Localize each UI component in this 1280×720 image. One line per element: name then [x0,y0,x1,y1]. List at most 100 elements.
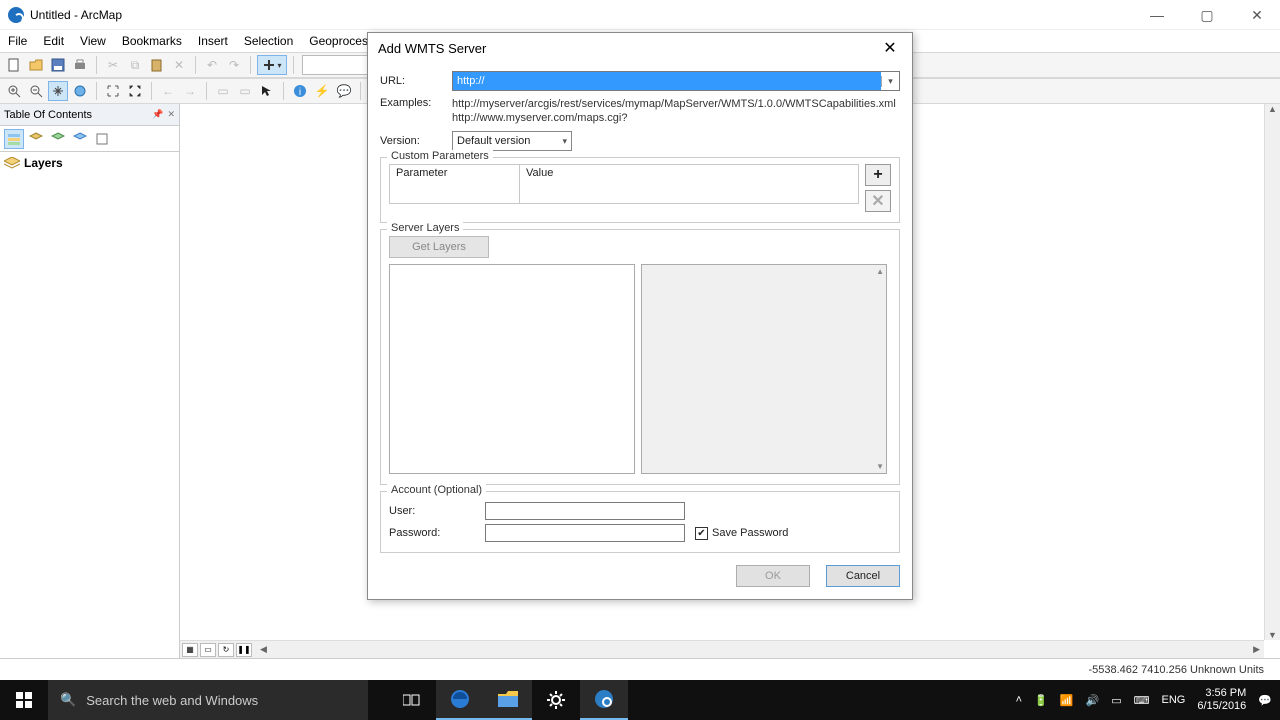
save-password-label: Save Password [712,527,788,539]
battery-icon[interactable]: 🔋 [1034,694,1048,707]
toc-close-icon[interactable]: ✕ [167,109,175,120]
toc-title: Table Of Contents [4,109,92,121]
chevron-down-icon[interactable]: ▾ [881,76,899,87]
undo-icon[interactable]: ↶ [202,55,222,75]
system-tray: ˄ 🔋 📶 🔊 ▭ ⌨ ENG 3:56 PM 6/15/2016 💬 [1008,687,1280,713]
save-password-checkbox[interactable]: ✔ Save Password [695,527,788,540]
zoom-out-icon[interactable] [26,81,46,101]
tray-chevron-icon[interactable]: ˄ [1016,694,1022,706]
menu-view[interactable]: View [80,34,106,48]
taskbar-search[interactable]: 🔍 Search the web and Windows [48,680,368,720]
html-popup-icon[interactable]: 💬 [334,81,354,101]
keyboard-icon[interactable]: ⌨ [1134,694,1150,707]
new-icon[interactable] [4,55,24,75]
list-by-source-icon[interactable] [26,129,46,149]
pin-icon[interactable]: 📌 [152,109,163,120]
layers-label: Layers [24,156,63,170]
full-extent-icon[interactable] [70,81,90,101]
select-elements-icon[interactable] [257,81,277,101]
add-data-button[interactable]: ▾ [257,55,287,75]
menu-edit[interactable]: Edit [43,34,64,48]
file-explorer-icon[interactable] [484,680,532,720]
layers-list-pane[interactable] [389,264,635,474]
layer-details-pane[interactable] [641,264,887,474]
hyperlink-icon[interactable]: ⚡ [312,81,332,101]
account-group: Account (Optional) User: Password: ✔ Sav… [380,491,900,553]
vertical-scrollbar[interactable] [1264,104,1280,640]
edge-icon[interactable] [436,680,484,720]
action-center-icon[interactable]: 💬 [1258,694,1272,707]
url-combo[interactable]: http:// ▾ [452,71,900,91]
search-placeholder: Search the web and Windows [86,693,258,708]
version-combo[interactable]: Default version ▾ [452,131,572,151]
redo-icon[interactable]: ↷ [224,55,244,75]
input-icon[interactable]: ▭ [1111,694,1121,707]
examples-label: Examples: [380,97,452,109]
forward-icon[interactable]: → [180,81,200,101]
menu-file[interactable]: File [8,34,27,48]
parameters-table[interactable]: Parameter Value [389,164,859,204]
zoom-in-icon[interactable] [4,81,24,101]
layers-node[interactable]: Layers [4,156,175,170]
copy-icon[interactable]: ⧉ [125,55,145,75]
paste-icon[interactable] [147,55,167,75]
close-button[interactable]: ✕ [1242,8,1272,22]
password-label: Password: [389,527,485,539]
user-input[interactable] [485,502,685,520]
add-wmts-server-dialog: Add WMTS Server ✕ URL: http:// ▾ Example… [367,32,913,600]
parameter-header: Parameter [390,165,520,203]
volume-icon[interactable]: 🔊 [1086,694,1100,707]
checkbox-icon: ✔ [695,527,708,540]
arcmap-task-icon[interactable] [580,680,628,720]
maximize-button[interactable]: ▢ [1192,8,1222,22]
back-icon[interactable]: ← [158,81,178,101]
data-view-tab[interactable]: ▦ [182,643,198,657]
start-button[interactable] [0,680,48,720]
scroll-right-icon[interactable]: ▶ [1253,644,1260,655]
custom-parameters-label: Custom Parameters [387,150,493,162]
list-by-visibility-icon[interactable] [48,129,68,149]
version-label: Version: [380,135,452,147]
select-features-icon[interactable]: ▭ [213,81,233,101]
get-layers-button[interactable]: Get Layers [389,236,489,258]
cut-icon[interactable]: ✂ [103,55,123,75]
open-icon[interactable] [26,55,46,75]
toc-toolbar [0,126,179,152]
clock-date: 6/15/2016 [1197,700,1246,713]
add-parameter-button[interactable]: + [865,164,891,186]
delete-icon[interactable]: ✕ [169,55,189,75]
identify-icon[interactable]: i [290,81,310,101]
search-icon: 🔍 [60,692,76,708]
dialog-close-button[interactable]: ✕ [878,38,902,58]
pan-icon[interactable] [48,81,68,101]
settings-icon[interactable] [532,680,580,720]
coordinates-readout: -5538.462 7410.256 Unknown Units [1088,664,1264,676]
task-view-icon[interactable] [388,680,436,720]
dialog-title: Add WMTS Server [378,41,486,56]
ok-button[interactable]: OK [736,565,810,587]
wifi-icon[interactable]: 📶 [1060,694,1074,707]
options-icon[interactable] [92,129,112,149]
menu-selection[interactable]: Selection [244,34,293,48]
list-by-drawing-order-icon[interactable] [4,129,24,149]
scroll-left-icon[interactable]: ◀ [260,644,267,655]
list-by-selection-icon[interactable] [70,129,90,149]
fixed-zoom-out-icon[interactable] [125,81,145,101]
minimize-button[interactable]: — [1142,8,1172,22]
cancel-button[interactable]: Cancel [826,565,900,587]
pause-icon[interactable]: ❚❚ [236,643,252,657]
print-icon[interactable] [70,55,90,75]
layout-view-tab[interactable]: ▭ [200,643,216,657]
clock[interactable]: 3:56 PM 6/15/2016 [1197,687,1246,713]
clear-selection-icon[interactable]: ▭ [235,81,255,101]
password-input[interactable] [485,524,685,542]
menu-bookmarks[interactable]: Bookmarks [122,34,182,48]
remove-parameter-button[interactable]: ✕ [865,190,891,212]
taskbar: 🔍 Search the web and Windows ˄ 🔋 📶 🔊 ▭ ⌨… [0,680,1280,720]
toc-tree: Layers [0,152,179,658]
refresh-icon[interactable]: ↻ [218,643,234,657]
language-indicator[interactable]: ENG [1162,694,1186,706]
save-icon[interactable] [48,55,68,75]
fixed-zoom-in-icon[interactable] [103,81,123,101]
menu-insert[interactable]: Insert [198,34,228,48]
